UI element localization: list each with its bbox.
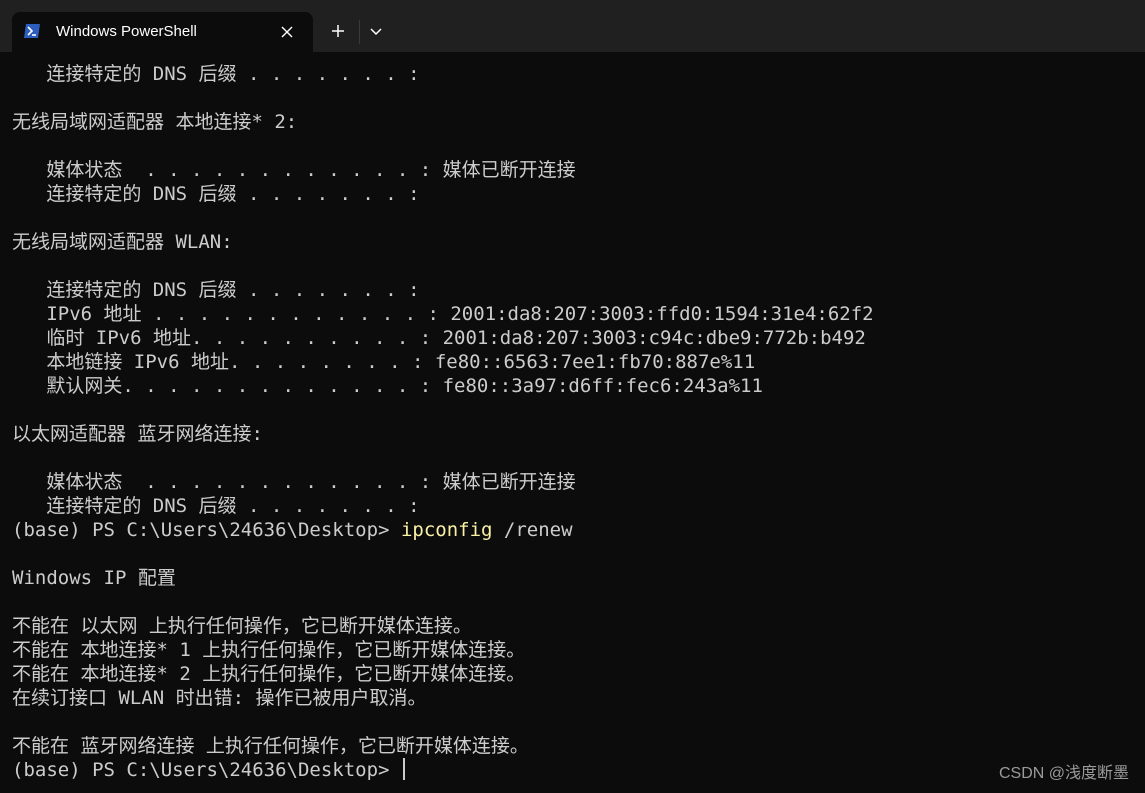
command-line: (base) PS C:\Users\24636\Desktop> ipconf… (12, 518, 573, 542)
output-line: 默认网关. . . . . . . . . . . . . : fe80::3a… (12, 375, 763, 397)
output-line: 本地链接 IPv6 地址. . . . . . . . : fe80::6563… (12, 351, 756, 373)
watermark: CSDN @浅度断墨 (998, 765, 1129, 782)
output-line: 无线局域网适配器 本地连接* 2: (12, 111, 298, 133)
output-line: 不能在 蓝牙网络连接 上执行任何操作，它已断开媒体连接。 (12, 735, 529, 757)
output-line: 在续订接口 WLAN 时出错: 操作已被用户取消。 (12, 687, 427, 709)
output-line: 连接特定的 DNS 后缀 . . . . . . . : (12, 63, 420, 85)
output-line: 媒体状态 . . . . . . . . . . . . : 媒体已断开连接 (12, 471, 576, 493)
prompt-text: (base) PS C:\Users\24636\Desktop> (12, 519, 401, 541)
text-cursor (402, 758, 405, 780)
output-line: 以太网适配器 蓝牙网络连接: (12, 423, 263, 445)
command-name: ipconfig (400, 519, 493, 541)
output-line: 不能在 本地连接* 2 上执行任何操作，它已断开媒体连接。 (12, 663, 526, 685)
prompt-line[interactable]: (base) PS C:\Users\24636\Desktop> (12, 758, 405, 782)
output-line: 连接特定的 DNS 后缀 . . . . . . . : (12, 495, 420, 517)
output-line: 媒体状态 . . . . . . . . . . . . : 媒体已断开连接 (12, 159, 576, 181)
output-line: IPv6 地址 . . . . . . . . . . . . : 2001:d… (12, 303, 874, 325)
command-args: /renew (492, 519, 573, 541)
powershell-window: Windows PowerShell 连接特定的 DNS 后缀 . . . . … (0, 0, 1145, 793)
output-line: Windows IP 配置 (12, 567, 176, 589)
output-line: 连接特定的 DNS 后缀 . . . . . . . : (12, 279, 420, 301)
output-line: 连接特定的 DNS 后缀 . . . . . . . : (12, 183, 420, 205)
tab-title: Windows PowerShell (56, 23, 197, 40)
prompt-text: (base) PS C:\Users\24636\Desktop> (12, 759, 401, 781)
output-line: 不能在 以太网 上执行任何操作，它已断开媒体连接。 (12, 615, 472, 637)
toolbar-divider (359, 20, 360, 44)
output-line: 无线局域网适配器 WLAN: (12, 231, 233, 253)
chevron-down-icon[interactable] (364, 17, 388, 45)
powershell-icon (24, 24, 40, 38)
tab-windows-powershell[interactable]: Windows PowerShell (12, 12, 313, 52)
title-bar: Windows PowerShell (0, 0, 1145, 52)
output-line: 不能在 本地连接* 1 上执行任何操作，它已断开媒体连接。 (12, 639, 526, 661)
terminal-output[interactable]: 连接特定的 DNS 后缀 . . . . . . . : 无线局域网适配器 本地… (0, 52, 1145, 793)
output-line: 临时 IPv6 地址. . . . . . . . . . : 2001:da8… (12, 327, 866, 349)
plus-icon[interactable] (324, 17, 352, 45)
close-icon[interactable] (275, 20, 299, 44)
